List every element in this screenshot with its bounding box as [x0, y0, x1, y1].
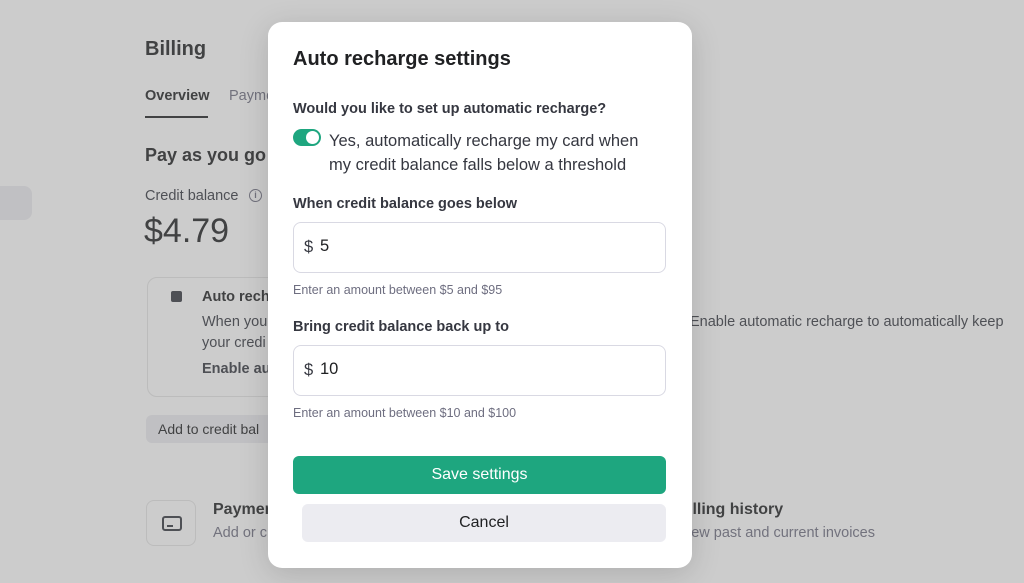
toggle-label[interactable]: Yes, automatically recharge my card when… — [329, 129, 659, 177]
save-settings-button[interactable]: Save settings — [293, 456, 666, 494]
threshold-hint: Enter an amount between $5 and $95 — [293, 283, 503, 297]
cancel-button[interactable]: Cancel — [302, 504, 666, 542]
currency-symbol: $ — [304, 361, 314, 379]
recharge-to-field[interactable]: $ — [293, 345, 666, 396]
toggle-knob — [306, 131, 319, 144]
recharge-to-hint: Enter an amount between $10 and $100 — [293, 406, 517, 420]
threshold-field[interactable]: $ — [293, 222, 666, 273]
dialog-title: Auto recharge settings — [293, 48, 511, 70]
currency-symbol: $ — [304, 238, 314, 256]
auto-recharge-toggle[interactable] — [293, 129, 321, 146]
recharge-question: Would you like to set up automatic recha… — [293, 101, 607, 117]
threshold-input[interactable] — [320, 237, 640, 256]
threshold-label: When credit balance goes below — [293, 196, 517, 212]
auto-recharge-dialog: Auto recharge settings Would you like to… — [268, 22, 692, 568]
recharge-to-label: Bring credit balance back up to — [293, 319, 509, 335]
billing-page: Billing Overview Payme Pay as you go Cre… — [0, 0, 1024, 583]
recharge-to-input[interactable] — [320, 360, 640, 379]
